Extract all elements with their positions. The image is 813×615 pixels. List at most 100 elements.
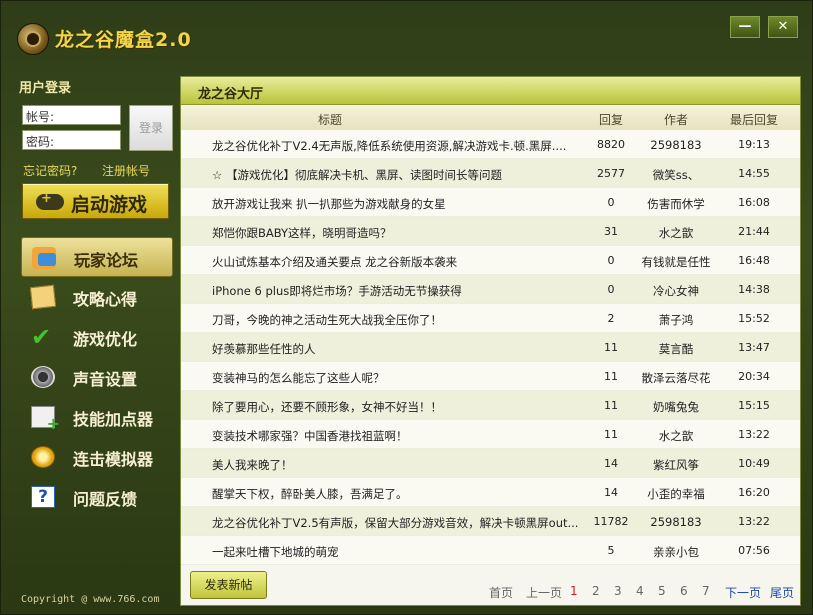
thread-title[interactable]: 美人我来晚了！ bbox=[212, 457, 596, 473]
nav-item-forum[interactable]: 玩家论坛 bbox=[21, 237, 173, 277]
thread-author[interactable]: 散泽云落尽花 bbox=[636, 370, 716, 386]
reply-count: 14 bbox=[604, 486, 618, 499]
page-link[interactable]: 5 bbox=[658, 584, 666, 598]
clicker-icon bbox=[31, 446, 55, 468]
thread-title[interactable]: 一起来吐槽下地城的萌宠 bbox=[212, 544, 596, 560]
dragon-logo-icon bbox=[17, 23, 49, 55]
thread-author[interactable]: 亲亲小包 bbox=[636, 544, 716, 560]
thread-title[interactable]: 放开游戏让我来 扒一扒那些为游戏献身的女星 bbox=[212, 196, 596, 212]
prev-page-link[interactable]: 上一页 bbox=[526, 584, 562, 601]
new-post-button[interactable]: 发表新帖 bbox=[190, 571, 267, 599]
last-reply-time: 19:13 bbox=[738, 138, 770, 151]
login-button[interactable]: 登录 bbox=[129, 105, 173, 151]
thread-title[interactable]: 火山试炼基本介绍及通关要点 龙之谷新版本袭来 bbox=[212, 254, 596, 270]
panel-header: 龙之谷大厅 bbox=[181, 77, 800, 105]
thread-row[interactable]: 火山试炼基本介绍及通关要点 龙之谷新版本袭来 0 有钱就是任性 16:48 bbox=[181, 246, 800, 275]
reply-count: 14 bbox=[604, 457, 618, 470]
thread-author[interactable]: 冷心女神 bbox=[636, 283, 716, 299]
check-icon: ✔ bbox=[31, 323, 52, 351]
thread-row[interactable]: 变装技术哪家强？中国香港找祖蓝啊！ 11 水之歆 13:22 bbox=[181, 420, 800, 449]
page-link[interactable]: 7 bbox=[702, 584, 710, 598]
thread-row[interactable]: 一起来吐槽下地城的萌宠 5 亲亲小包 07:56 bbox=[181, 536, 800, 565]
thread-row[interactable]: 变装神马的怎么能忘了这些人呢？ 11 散泽云落尽花 20:34 bbox=[181, 362, 800, 391]
last-reply-time: 13:22 bbox=[738, 515, 770, 528]
page-link[interactable]: 1 bbox=[570, 584, 578, 598]
last-reply-time: 20:34 bbox=[738, 370, 770, 383]
thread-row[interactable]: 郑恺你跟BABY这样，晓明哥造吗？ 31 水之歆 21:44 bbox=[181, 217, 800, 246]
last-page-link[interactable]: 尾页 bbox=[770, 584, 794, 601]
nav-label: 连击模拟器 bbox=[73, 450, 154, 469]
first-page-link[interactable]: 首页 bbox=[489, 584, 513, 601]
thread-author[interactable]: 奶嘴兔兔 bbox=[636, 399, 716, 415]
thread-author[interactable]: 莫言酷 bbox=[636, 341, 716, 357]
thread-author[interactable]: 微笑ss、 bbox=[636, 167, 716, 183]
thread-title[interactable]: 好羡慕那些任性的人 bbox=[212, 341, 596, 357]
nav-item-guide[interactable]: 攻略心得 bbox=[21, 277, 173, 317]
minimize-button[interactable]: — bbox=[730, 16, 760, 38]
thread-author[interactable]: 水之歆 bbox=[636, 428, 716, 444]
thread-author[interactable]: 萧子鸿 bbox=[636, 312, 716, 328]
password-field[interactable]: 密码: bbox=[22, 130, 121, 150]
title-bar: 龙之谷魔盒2.0 — ✕ bbox=[1, 1, 812, 71]
thread-row[interactable]: 刀哥，今晚的神之活动生死大战我全压你了！ 2 萧子鸿 15:52 bbox=[181, 304, 800, 333]
thread-title[interactable]: ☆ 【游戏优化】彻底解决卡机、黑屏、读图时间长等问题 bbox=[212, 167, 596, 183]
thread-title[interactable]: 变装神马的怎么能忘了这些人呢？ bbox=[212, 370, 596, 386]
thread-row[interactable]: 好羡慕那些任性的人 11 莫言酷 13:47 bbox=[181, 333, 800, 362]
thread-title[interactable]: 除了要用心，还要不顾形象，女神不好当！！ bbox=[212, 399, 596, 415]
thread-title[interactable]: 醒掌天下权，醉卧美人膝，吾满足了。 bbox=[212, 486, 596, 502]
next-page-link[interactable]: 下一页 bbox=[725, 584, 761, 601]
register-link[interactable]: 注册帐号 bbox=[102, 162, 150, 179]
thread-row[interactable]: 美人我来晚了！ 14 紫红风筝 10:49 bbox=[181, 449, 800, 478]
app-title: 龙之谷魔盒2.0 bbox=[55, 29, 192, 51]
start-game-button[interactable]: 启动游戏 bbox=[22, 183, 169, 219]
username-field[interactable]: 帐号: bbox=[22, 105, 121, 125]
last-reply-time: 16:08 bbox=[738, 196, 770, 209]
page-link[interactable]: 6 bbox=[680, 584, 688, 598]
thread-author[interactable]: 2598183 bbox=[636, 138, 716, 152]
thread-title[interactable]: 龙之谷优化补丁V2.5有声版，保留大部分游戏音效，解决卡顿黑屏out... bbox=[212, 515, 596, 531]
thread-author[interactable]: 紫红风筝 bbox=[636, 457, 716, 473]
thread-author[interactable]: 有钱就是任性 bbox=[636, 254, 716, 270]
guide-icon bbox=[29, 284, 57, 310]
page-link[interactable]: 2 bbox=[592, 584, 600, 598]
nav-item-combo-simulator[interactable]: 连击模拟器 bbox=[21, 437, 173, 477]
nav-item-optimize[interactable]: ✔ 游戏优化 bbox=[21, 317, 173, 357]
thread-row[interactable]: 醒掌天下权，醉卧美人膝，吾满足了。 14 小歪的幸福 16:20 bbox=[181, 478, 800, 507]
thread-title[interactable]: 郑恺你跟BABY这样，晓明哥造吗？ bbox=[212, 225, 596, 241]
thread-title[interactable]: 龙之谷优化补丁V2.4无声版,降低系统使用资源,解决游戏卡.顿.黑屏.... bbox=[212, 138, 596, 154]
thread-author[interactable]: 伤害而休学 bbox=[636, 196, 716, 212]
page-link[interactable]: 3 bbox=[614, 584, 622, 598]
thread-author[interactable]: 水之歆 bbox=[636, 225, 716, 241]
thread-row[interactable]: iPhone 6 plus即将烂市场？手游活动无节操获得 0 冷心女神 14:38 bbox=[181, 275, 800, 304]
last-reply-time: 15:15 bbox=[738, 399, 770, 412]
thread-title[interactable]: iPhone 6 plus即将烂市场？手游活动无节操获得 bbox=[212, 283, 596, 299]
nav-item-feedback[interactable]: ? 问题反馈 bbox=[21, 477, 173, 517]
forum-icon bbox=[32, 247, 56, 269]
thread-row[interactable]: ☆ 【游戏优化】彻底解决卡机、黑屏、读图时间长等问题 2577 微笑ss、 14:55 bbox=[181, 159, 800, 188]
page-link[interactable]: 4 bbox=[636, 584, 644, 598]
last-reply-time: 16:48 bbox=[738, 254, 770, 267]
thread-row[interactable]: 龙之谷优化补丁V2.4无声版,降低系统使用资源,解决游戏卡.顿.黑屏.... 88… bbox=[181, 130, 800, 159]
thread-row[interactable]: 除了要用心，还要不顾形象，女神不好当！！ 11 奶嘴兔兔 15:15 bbox=[181, 391, 800, 420]
nav-item-sound[interactable]: 声音设置 bbox=[21, 357, 173, 397]
last-reply-time: 16:20 bbox=[738, 486, 770, 499]
speaker-icon bbox=[31, 366, 55, 388]
close-button[interactable]: ✕ bbox=[768, 16, 798, 38]
thread-row[interactable]: 龙之谷优化补丁V2.5有声版，保留大部分游戏音效，解决卡顿黑屏out... 117… bbox=[181, 507, 800, 536]
reply-count: 5 bbox=[607, 544, 615, 557]
last-reply-time: 14:38 bbox=[738, 283, 770, 296]
forum-panel: 龙之谷大厅 标题 回复 作者 最后回复 龙之谷优化补丁V2.4无声版,降低系统使… bbox=[180, 76, 801, 606]
thread-author[interactable]: 小歪的幸福 bbox=[636, 486, 716, 502]
forgot-password-link[interactable]: 忘记密码? bbox=[23, 162, 77, 179]
thread-title[interactable]: 刀哥，今晚的神之活动生死大战我全压你了！ bbox=[212, 312, 596, 328]
thread-author[interactable]: 2598183 bbox=[636, 515, 716, 529]
reply-count: 11782 bbox=[593, 515, 629, 528]
nav-item-skill-planner[interactable]: 技能加点器 bbox=[21, 397, 173, 437]
sidebar-nav: 玩家论坛 攻略心得 ✔ 游戏优化 声音设置 技能加点器 连击模拟器 ? 问题反馈 bbox=[21, 237, 173, 517]
thread-title[interactable]: 变装技术哪家强？中国香港找祖蓝啊！ bbox=[212, 428, 596, 444]
last-reply-time: 13:47 bbox=[738, 341, 770, 354]
thread-row[interactable]: 放开游戏让我来 扒一扒那些为游戏献身的女星 0 伤害而休学 16:08 bbox=[181, 188, 800, 217]
panel-title: 龙之谷大厅 bbox=[198, 87, 264, 102]
reply-count: 0 bbox=[607, 283, 615, 296]
last-reply-time: 10:49 bbox=[738, 457, 770, 470]
